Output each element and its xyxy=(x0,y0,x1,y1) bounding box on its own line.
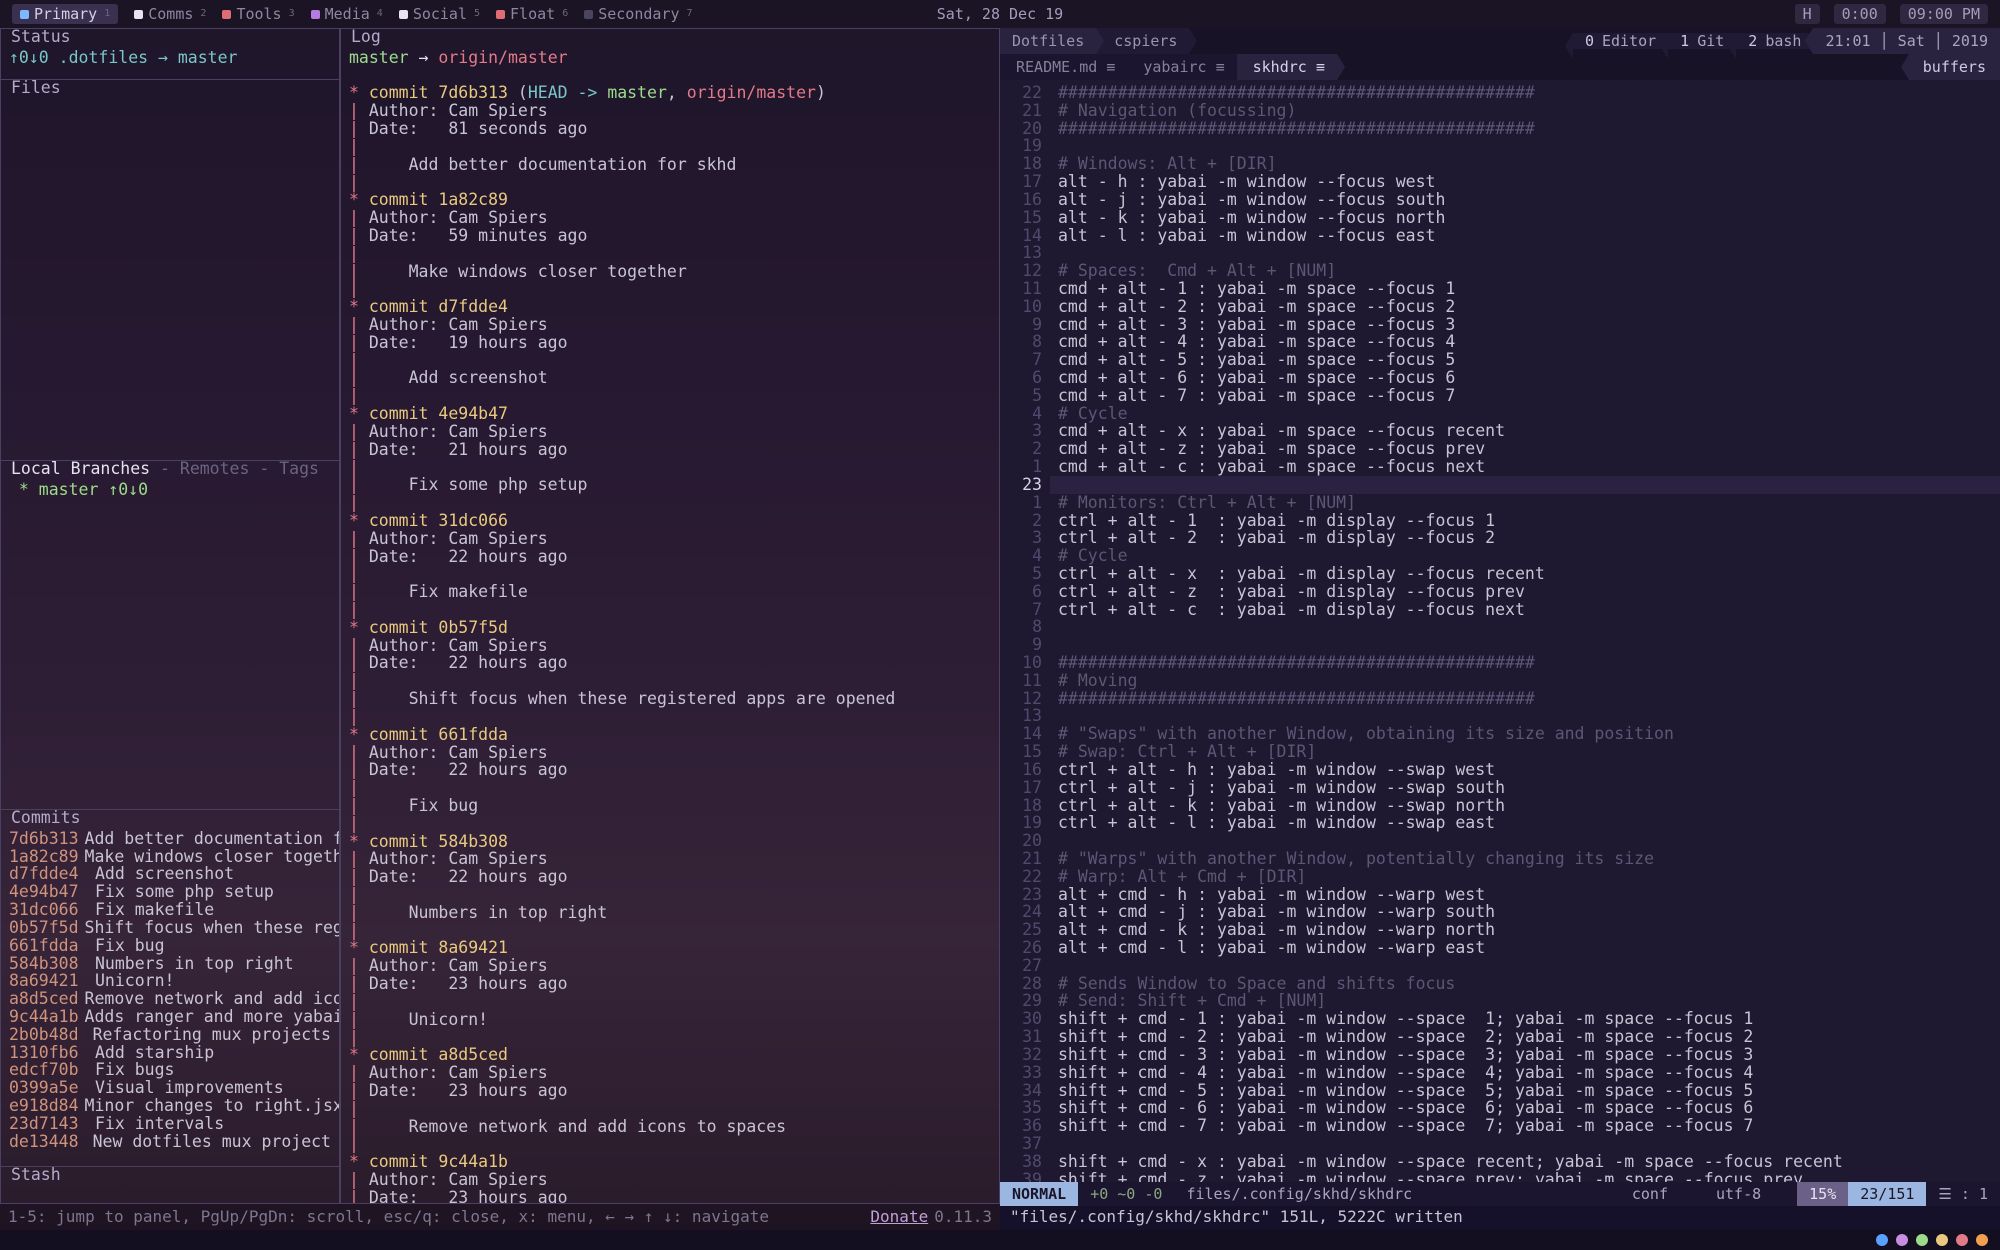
workspace-social[interactable]: Social5 xyxy=(399,6,480,22)
workspace-dot-icon xyxy=(496,10,505,19)
dock-dot-icon xyxy=(1956,1234,1968,1246)
commit-row[interactable]: de13448New dotfiles mux project xyxy=(9,1133,331,1151)
buffer-tab[interactable]: README.md ≡ xyxy=(1000,54,1127,80)
tmux-window[interactable]: 0 Editor xyxy=(1573,33,1668,49)
lazygit-version: 0.11.3 xyxy=(934,1208,992,1225)
workspace-primary[interactable]: Primary1 xyxy=(12,4,118,24)
apple-icon xyxy=(1773,1182,1797,1206)
workspace-dot-icon xyxy=(311,10,320,19)
tmux-window[interactable]: 2 bash xyxy=(1736,33,1813,49)
commit-row[interactable]: 0399a5eVisual improvements xyxy=(9,1079,331,1097)
vim-cmdline: "files/.config/skhd/skhdrc" 151L, 5222C … xyxy=(1000,1206,2000,1230)
vim-percent: 15% xyxy=(1797,1182,1848,1206)
workspace-dot-icon xyxy=(584,10,593,19)
lazygit-help-bar: 1-5: jump to panel, PgUp/PgDn: scroll, e… xyxy=(0,1204,1000,1230)
commit-row[interactable]: 661fddaFix bug xyxy=(9,937,331,955)
vim-encoding: utf-8 xyxy=(1704,1182,1773,1206)
dock-dot-icon xyxy=(1896,1234,1908,1246)
bufferline-label: buffers xyxy=(1909,54,2000,80)
lazygit-files-panel[interactable]: Files xyxy=(0,79,340,461)
commit-row[interactable]: 2b0b48dRefactoring mux projects xyxy=(9,1026,331,1044)
workspace-float[interactable]: Float6 xyxy=(496,6,568,22)
workspace-dot-icon xyxy=(222,10,231,19)
commit-row[interactable]: 8a69421Unicorn! xyxy=(9,972,331,990)
menubar-clock: 09:00 PM xyxy=(1900,4,1988,24)
commit-row[interactable]: 23d7143Fix intervals xyxy=(9,1115,331,1133)
commit-row[interactable]: 584b308Numbers in top right xyxy=(9,955,331,973)
vim-gutter: 2221201918171615141312111098765432123123… xyxy=(1000,80,1050,1182)
vim-statusline: NORMAL +0 ~0 -0 files/.config/skhd/skhdr… xyxy=(1000,1182,2000,1206)
workspace-tools[interactable]: Tools3 xyxy=(222,6,294,22)
menubar: Primary1 Comms2 Tools3 Media4 Social5 Fl… xyxy=(0,0,2000,28)
dock-dot-icon xyxy=(1976,1234,1988,1246)
dock-dot-icon xyxy=(1936,1234,1948,1246)
vim-code[interactable]: ########################################… xyxy=(1050,80,2000,1182)
workspace-dot-icon xyxy=(20,10,29,19)
commit-row[interactable]: 7d6b313Add better documentation for s xyxy=(9,830,331,848)
buffer-tab[interactable]: skhdrc ≡ xyxy=(1237,54,1337,80)
menubar-badge: H xyxy=(1795,4,1820,24)
vim-filepath: files/.config/skhd/skhdrc xyxy=(1174,1182,1619,1206)
git-branch-icon xyxy=(1680,1182,1704,1206)
commit-row[interactable]: 4e94b47Fix some php setup xyxy=(9,883,331,901)
commit-row[interactable]: 9c44a1bAdds ranger and more yabai xyxy=(9,1008,331,1026)
donate-link[interactable]: Donate xyxy=(870,1208,928,1225)
vim-editor[interactable]: 2221201918171615141312111098765432123123… xyxy=(1000,80,2000,1182)
lazygit-help-text: 1-5: jump to panel, PgUp/PgDn: scroll, e… xyxy=(8,1208,769,1225)
vim-tabline: Dotfiles cspiers 0 Editor1 Git2 bash 21:… xyxy=(1000,28,2000,54)
workspace-secondary[interactable]: Secondary7 xyxy=(584,6,692,22)
lazygit-branches-panel[interactable]: Local Branches - Remotes - Tags * master… xyxy=(0,460,340,810)
panel-title: Log xyxy=(349,28,383,46)
menubar-uptime: 0:00 xyxy=(1834,4,1886,24)
vim-filetype: conf xyxy=(1620,1182,1680,1206)
vim-mode: NORMAL xyxy=(1000,1182,1078,1206)
vim-position: 23/151 xyxy=(1848,1182,1926,1206)
commit-row[interactable]: 31dc066Fix makefile xyxy=(9,901,331,919)
tabline-clock: 21:01 │ Sat │ 2019 xyxy=(1813,28,2000,54)
workspace-dot-icon xyxy=(134,10,143,19)
menubar-date: Sat, 28 Dec 19 xyxy=(937,6,1063,22)
commit-row[interactable]: a8d5cedRemove network and add icons t xyxy=(9,990,331,1008)
dock-dot-icon xyxy=(1916,1234,1928,1246)
commit-row[interactable]: 0b57f5dShift focus when these registe xyxy=(9,919,331,937)
panel-title: Stash xyxy=(9,1166,63,1184)
vim-column: ☰ : 1 xyxy=(1926,1182,2000,1206)
workspace-comms[interactable]: Comms2 xyxy=(134,6,206,22)
commit-row[interactable]: edcf70bFix bugs xyxy=(9,1061,331,1079)
panel-title: Status xyxy=(9,28,73,46)
crumb-user[interactable]: cspiers xyxy=(1096,28,1189,54)
commit-row[interactable]: 1a82c89Make windows closer together xyxy=(9,848,331,866)
commit-row[interactable]: 1310fb6Add starship xyxy=(9,1044,331,1062)
panel-title: Files xyxy=(9,79,63,97)
commit-row[interactable]: e918d84Minor changes to right.jsx xyxy=(9,1097,331,1115)
lazygit-log-panel[interactable]: Log master → origin/master * commit 7d6b… xyxy=(340,28,1000,1204)
crumb-project[interactable]: Dotfiles xyxy=(1000,28,1096,54)
lazygit-status-panel[interactable]: Status ↑0↓0 .dotfiles → master xyxy=(0,28,340,80)
dock-dot-icon xyxy=(1876,1234,1888,1246)
vim-diffstat: +0 ~0 -0 xyxy=(1078,1182,1174,1206)
workspace-dot-icon xyxy=(399,10,408,19)
lazygit-commits-panel[interactable]: Commits 7d6b313Add better documentation … xyxy=(0,809,340,1167)
commit-row[interactable]: d7fdde4Add screenshot xyxy=(9,865,331,883)
tmux-window[interactable]: 1 Git xyxy=(1668,33,1736,49)
lazygit-pane[interactable]: Status ↑0↓0 .dotfiles → master Files Loc… xyxy=(0,28,1000,1230)
panel-title: Commits xyxy=(9,809,83,827)
vim-pane[interactable]: Dotfiles cspiers 0 Editor1 Git2 bash 21:… xyxy=(1000,28,2000,1230)
buffer-tab[interactable]: yabairc ≡ xyxy=(1127,54,1236,80)
vim-bufferline: README.md ≡yabairc ≡skhdrc ≡ buffers xyxy=(1000,54,2000,80)
lazygit-stash-panel[interactable]: Stash xyxy=(0,1166,340,1204)
workspace-media[interactable]: Media4 xyxy=(311,6,383,22)
workspace: Status ↑0↓0 .dotfiles → master Files Loc… xyxy=(0,28,2000,1230)
dock xyxy=(0,1230,2000,1250)
